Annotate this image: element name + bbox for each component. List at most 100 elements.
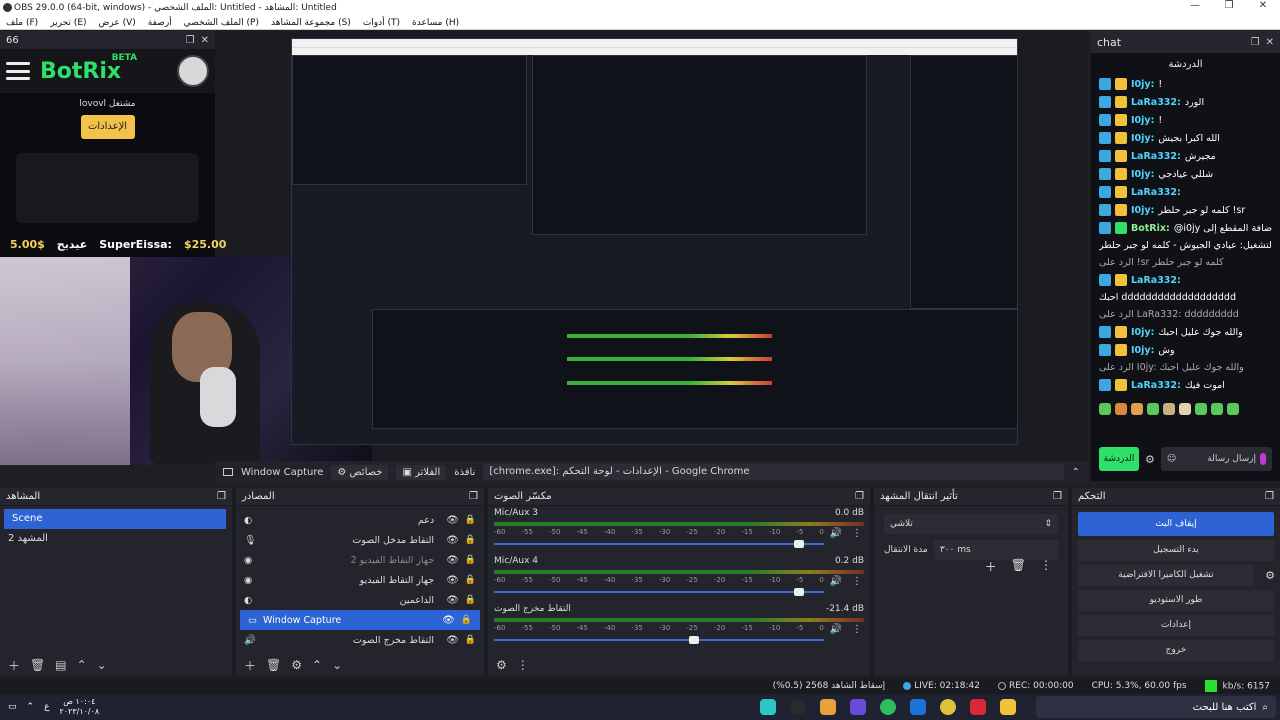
move-up-icon[interactable]: ⌃ xyxy=(312,658,322,672)
properties-button[interactable]: ⚙ خصائص xyxy=(331,464,389,480)
hamburger-menu-icon[interactable] xyxy=(6,62,30,80)
taskbar-clock[interactable]: ١٠:٠٤ ص ٢٠٢٣/١٠/٠٨ xyxy=(59,697,99,717)
lock-icon[interactable]: 🔒 xyxy=(465,515,476,525)
move-down-icon[interactable]: ⌄ xyxy=(97,658,107,672)
kebab-menu-icon[interactable]: ⋮ xyxy=(1040,558,1052,575)
transition-type-select[interactable]: تلاشي ⇕ xyxy=(884,514,1058,534)
close-icon[interactable]: ✕ xyxy=(1266,37,1274,48)
scene-item-scene[interactable]: Scene xyxy=(4,509,226,529)
chat-send-button[interactable]: الدردشة xyxy=(1099,447,1139,471)
chat-username[interactable]: LaRa332: xyxy=(1131,275,1181,286)
studio-mode-button[interactable]: طور الاستوديو xyxy=(1078,590,1274,611)
emote-icon[interactable] xyxy=(1227,403,1239,415)
start-virtual-camera-button[interactable]: تشغيل الكاميرا الافتراضية xyxy=(1078,565,1254,586)
app-icon[interactable] xyxy=(850,699,866,715)
window-select[interactable]: [chrome.exe]: الإعدادات - لوحة التحكم - … xyxy=(483,464,1064,480)
chat-username[interactable]: I0jy: xyxy=(1131,205,1154,216)
avatar[interactable] xyxy=(177,55,209,87)
undock-icon[interactable]: ❐ xyxy=(217,491,226,502)
source-item[interactable]: ◉ جهاز التقاط الفيديو 👁 🔒 xyxy=(236,570,484,590)
chat-username[interactable]: I0jy: xyxy=(1131,327,1154,338)
app-icon[interactable] xyxy=(820,699,836,715)
filters-button[interactable]: ▣ الفلاتر xyxy=(396,464,447,480)
botrix-settings-button[interactable]: الإعدادات xyxy=(80,115,135,139)
start-recording-button[interactable]: بدء التسجيل xyxy=(1078,540,1274,561)
chat-username[interactable]: I0jy: xyxy=(1131,169,1154,180)
emoji-icon[interactable]: ☺ xyxy=(1167,454,1176,464)
menu-docks[interactable]: أرصفة xyxy=(148,18,172,28)
volume-fader[interactable] xyxy=(494,540,824,548)
source-item[interactable]: ◐ دعم 👁 🔒 xyxy=(236,510,484,530)
chat-username[interactable]: I0jy: xyxy=(1131,133,1154,144)
emote-icon[interactable] xyxy=(1179,403,1191,415)
emote-icon[interactable] xyxy=(1099,403,1111,415)
kebab-menu-icon[interactable]: ⋮ xyxy=(852,624,862,635)
trash-icon[interactable]: 🗑 xyxy=(266,658,281,672)
chevron-up-icon[interactable]: ⌃ xyxy=(27,702,35,712)
add-icon[interactable]: ＋ xyxy=(244,657,256,674)
scene-filter-icon[interactable]: ▤ xyxy=(55,658,66,672)
maximize-button[interactable]: ❐ xyxy=(1212,0,1246,11)
emote-icon[interactable] xyxy=(1195,403,1207,415)
move-up-icon[interactable]: ⌃ xyxy=(77,658,87,672)
chevron-down-icon[interactable]: ⌃ xyxy=(1072,467,1080,478)
kebab-menu-icon[interactable]: ⋮ xyxy=(852,528,862,539)
menu-edit[interactable]: تحرير (E) xyxy=(50,18,86,28)
language-indicator[interactable]: ع xyxy=(44,702,49,712)
menu-scene-collection[interactable]: مجموعة المشاهد (S) xyxy=(271,18,351,28)
exit-button[interactable]: خروج xyxy=(1078,640,1274,661)
trash-icon[interactable]: 🗑 xyxy=(30,658,45,672)
fader-knob[interactable] xyxy=(794,540,805,548)
gear-icon[interactable]: ⚙ xyxy=(291,658,302,672)
emote-icon[interactable] xyxy=(1147,403,1159,415)
chat-username[interactable]: I0jy: xyxy=(1131,79,1154,90)
duration-input[interactable]: ٣٠٠ ms xyxy=(933,540,1058,560)
minimize-button[interactable]: — xyxy=(1178,0,1212,11)
visibility-eye-icon[interactable]: 👁 xyxy=(446,535,459,546)
volume-fader[interactable] xyxy=(494,588,824,596)
source-item[interactable]: ◉ جهاز التقاط الفيديو 2 👁 🔒 xyxy=(236,550,484,570)
volume-fader[interactable] xyxy=(494,636,824,644)
emote-icon[interactable] xyxy=(1163,403,1175,415)
lock-icon[interactable]: 🔒 xyxy=(465,555,476,565)
visibility-eye-icon[interactable]: 👁 xyxy=(446,575,459,586)
menu-file[interactable]: ملف (F) xyxy=(6,18,38,28)
whatsapp-icon[interactable] xyxy=(880,699,896,715)
chat-username[interactable]: I0jy: xyxy=(1131,345,1154,356)
menu-tools[interactable]: أدوات (T) xyxy=(363,18,400,28)
undock-icon[interactable]: ❐ xyxy=(469,491,478,502)
chat-input[interactable]: ☺ إرسال رسالة xyxy=(1160,447,1272,471)
speaker-icon[interactable]: 🔊 xyxy=(830,576,842,587)
lock-icon[interactable]: 🔒 xyxy=(465,595,476,605)
lock-icon[interactable]: 🔒 xyxy=(465,575,476,585)
speaker-icon[interactable]: 🔊 xyxy=(830,624,842,635)
obs-icon[interactable] xyxy=(790,699,806,715)
source-item[interactable]: ▭ Window Capture 👁 🔒 xyxy=(240,610,480,630)
stop-streaming-button[interactable]: إيقاف البث xyxy=(1078,512,1274,536)
fader-knob[interactable] xyxy=(688,636,699,644)
source-item[interactable]: 🎙 التقاط مدخل الصوت 👁 🔒 xyxy=(236,530,484,550)
outlook-icon[interactable] xyxy=(910,699,926,715)
settings-button[interactable]: إعدادات xyxy=(1078,615,1274,636)
gear-icon[interactable]: ⚙ xyxy=(1145,453,1155,466)
kebab-menu-icon[interactable]: ⋮ xyxy=(517,658,529,672)
chrome-icon[interactable] xyxy=(940,699,956,715)
chat-username[interactable]: LaRa332: xyxy=(1131,97,1181,108)
undock-icon[interactable]: ❐ xyxy=(1265,491,1274,502)
undock-icon[interactable]: ❐ xyxy=(1053,491,1062,502)
speaker-icon[interactable]: 🔊 xyxy=(830,528,842,539)
chat-username[interactable]: I0jy: xyxy=(1131,115,1154,126)
source-item[interactable]: 🔊 التقاط مخرج الصوت 👁 🔒 xyxy=(236,630,484,650)
notification-icon[interactable]: ▭ xyxy=(8,702,17,712)
visibility-eye-icon[interactable]: 👁 xyxy=(446,595,459,606)
lock-icon[interactable]: 🔒 xyxy=(465,635,476,645)
scene-item-scene-2[interactable]: المشهد 2 xyxy=(0,529,232,549)
lock-icon[interactable]: 🔒 xyxy=(461,615,472,625)
emote-icon[interactable] xyxy=(1131,403,1143,415)
close-icon[interactable]: ✕ xyxy=(201,35,209,46)
visibility-eye-icon[interactable]: 👁 xyxy=(442,615,455,626)
undock-icon[interactable]: ❐ xyxy=(186,35,195,46)
chat-username[interactable]: LaRa332: xyxy=(1131,151,1181,162)
emote-icon[interactable] xyxy=(1115,403,1127,415)
mic-icon[interactable] xyxy=(1260,453,1266,465)
